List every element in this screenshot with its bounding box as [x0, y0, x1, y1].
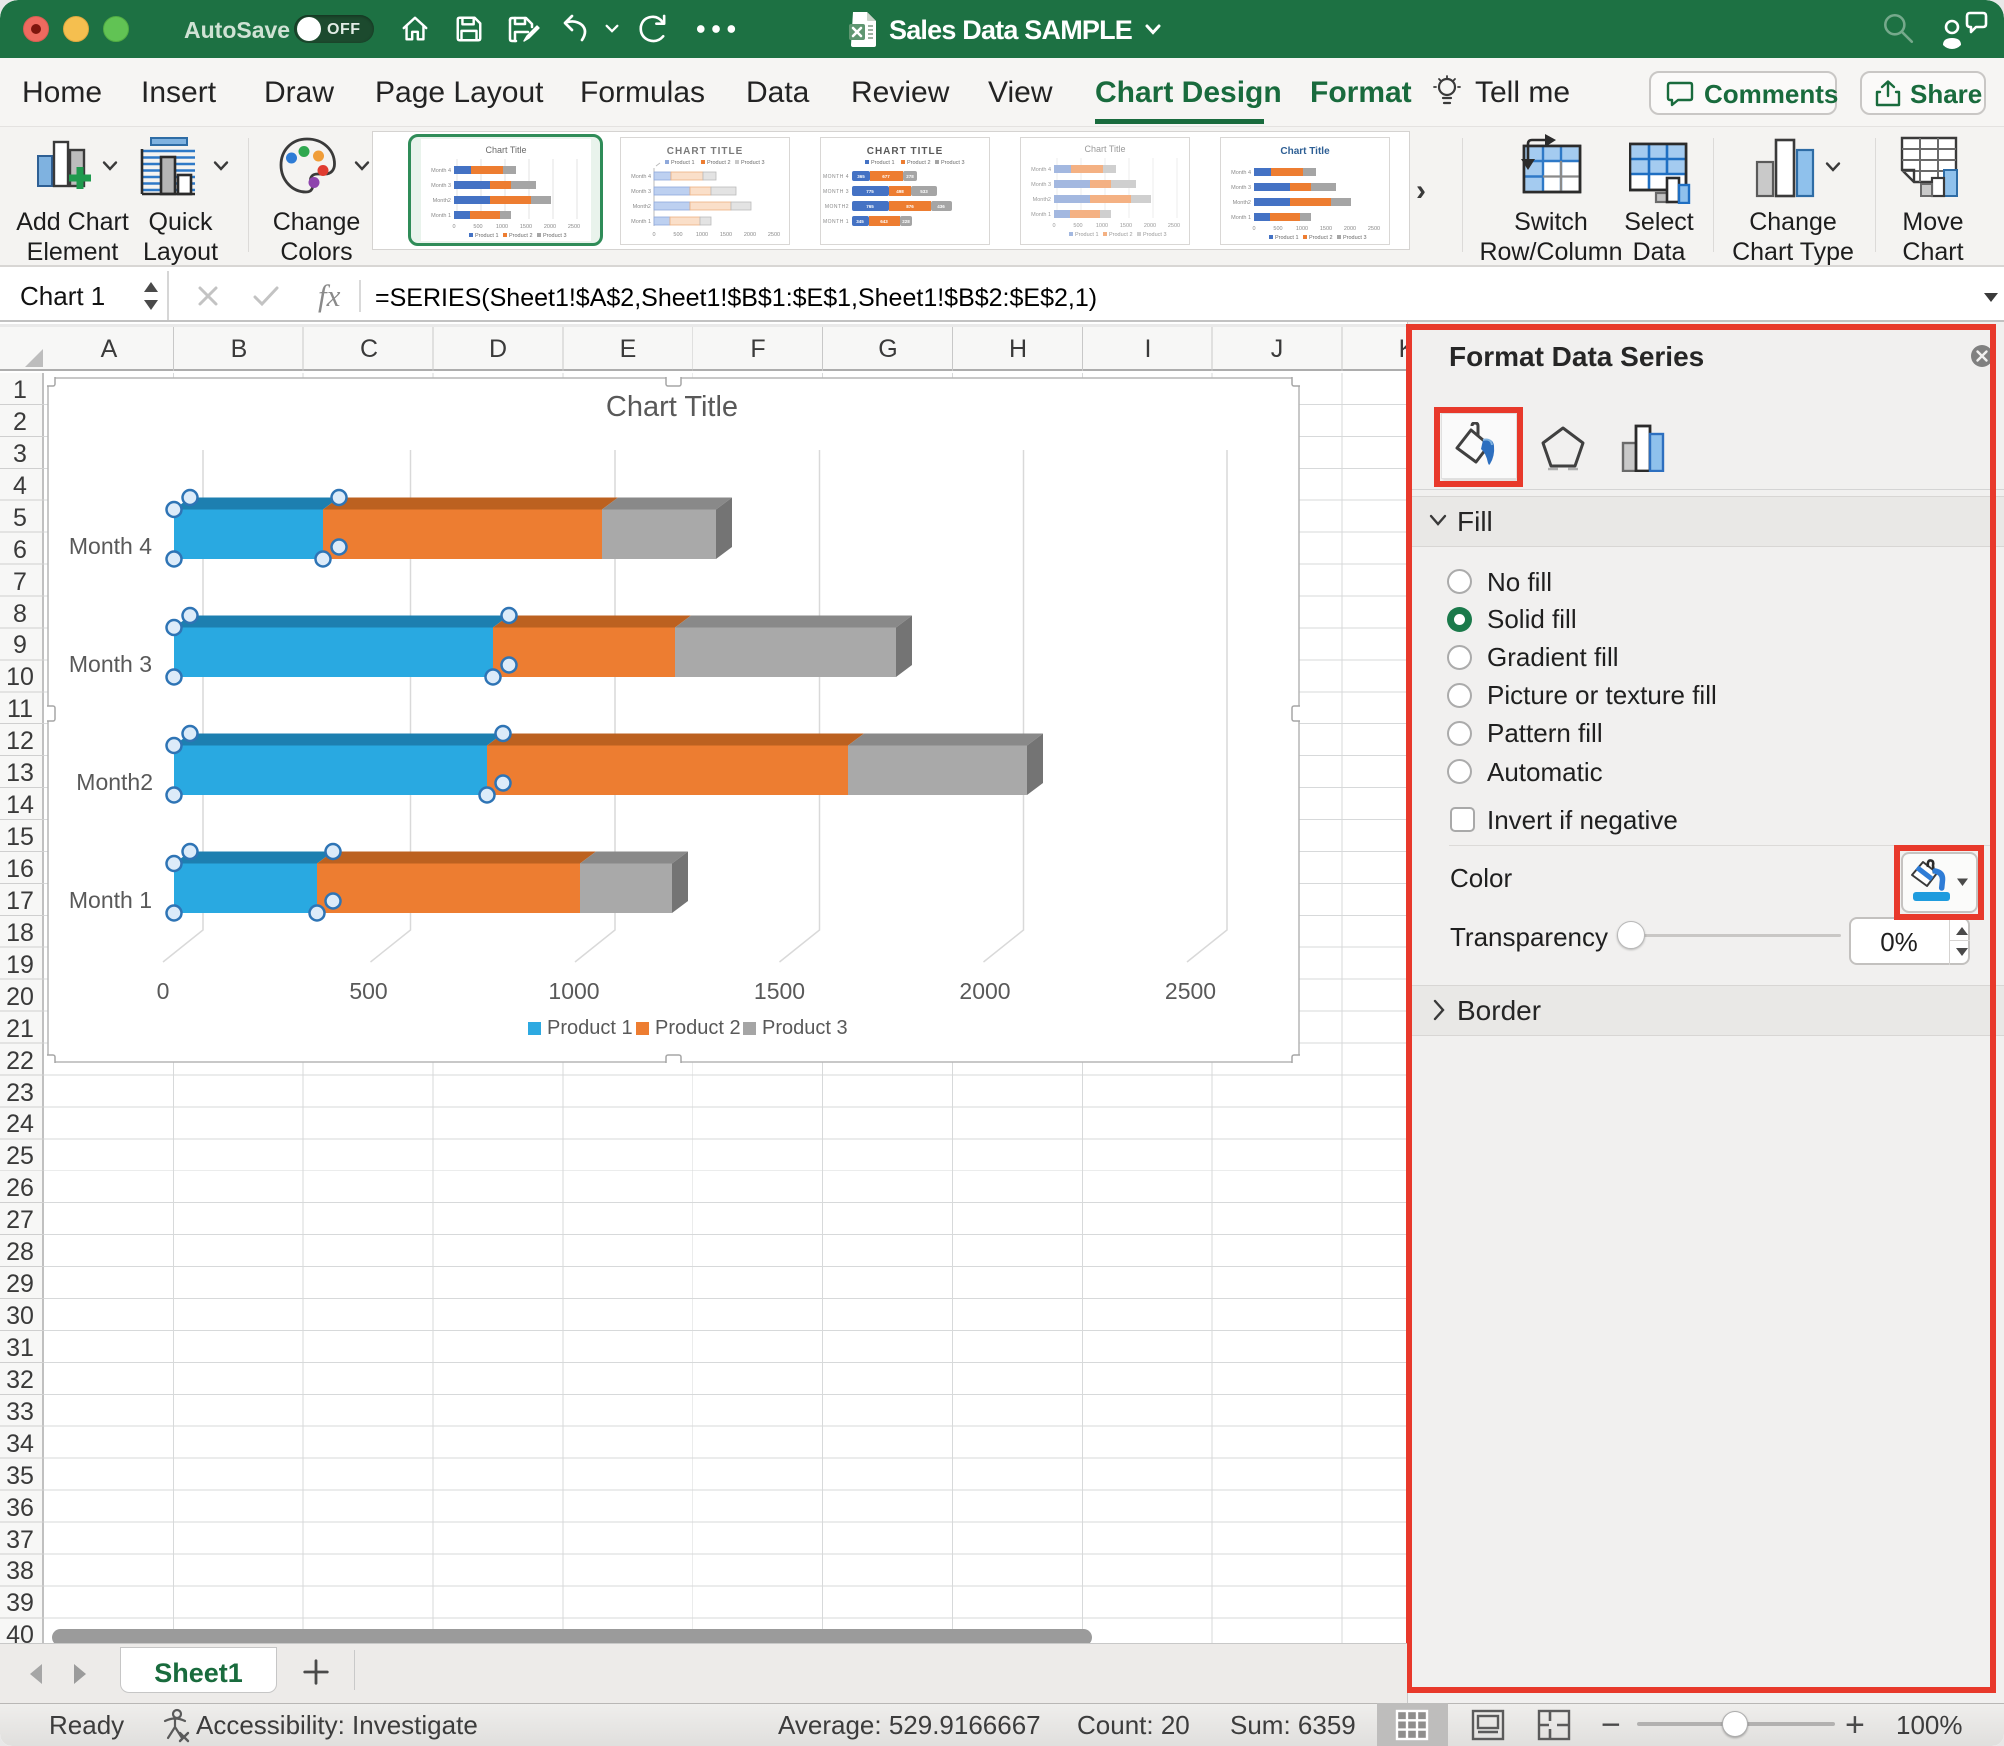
svg-text:0: 0: [157, 978, 170, 1004]
svg-text:Month2: Month2: [633, 204, 651, 210]
svg-text:Month 3: Month 3: [1031, 182, 1051, 188]
svg-text:Chart Title: Chart Title: [606, 391, 738, 423]
svg-text:0: 0: [1052, 223, 1055, 229]
svg-text:Month 4: Month 4: [431, 168, 451, 174]
svg-text:1000: 1000: [496, 224, 508, 230]
svg-text:Chart Title: Chart Title: [1280, 146, 1330, 157]
svg-text:2000: 2000: [544, 224, 556, 230]
svg-text:Month 1: Month 1: [69, 887, 152, 913]
svg-text:Product 1: Product 1: [547, 1017, 633, 1039]
svg-text:MONTH 3: MONTH 3: [823, 189, 849, 195]
svg-text:0: 0: [452, 224, 455, 230]
svg-text:Month 3: Month 3: [431, 183, 451, 189]
svg-text:2500: 2500: [768, 232, 780, 238]
svg-text:Month 1: Month 1: [1031, 212, 1051, 218]
svg-text:2000: 2000: [1144, 223, 1156, 229]
svg-text:278: 278: [906, 174, 914, 179]
svg-text:1000: 1000: [1296, 226, 1308, 232]
svg-text:0: 0: [652, 232, 655, 238]
svg-text:Product 2: Product 2: [907, 160, 931, 166]
svg-text:Product 2: Product 2: [1309, 235, 1333, 241]
svg-text:2000: 2000: [1344, 226, 1356, 232]
svg-text:500: 500: [473, 224, 482, 230]
svg-text:365: 365: [857, 174, 865, 179]
svg-text:Month 3: Month 3: [1231, 185, 1251, 191]
svg-text:2000: 2000: [959, 978, 1010, 1004]
svg-text:Month2: Month2: [433, 198, 451, 204]
svg-text:Chart Title: Chart Title: [485, 145, 526, 155]
svg-text:Product 3: Product 3: [762, 1017, 848, 1039]
svg-text:0: 0: [1252, 226, 1255, 232]
svg-text:Month 1: Month 1: [1231, 215, 1251, 221]
svg-text:Product 1: Product 1: [671, 160, 695, 166]
svg-text:1500: 1500: [720, 232, 732, 238]
svg-text:2500: 2500: [1368, 226, 1380, 232]
svg-text:Product 2: Product 2: [655, 1017, 741, 1039]
svg-text:1500: 1500: [520, 224, 532, 230]
svg-text:765: 765: [866, 204, 874, 209]
svg-text:Month 3: Month 3: [631, 189, 651, 195]
svg-text:500: 500: [1073, 223, 1082, 229]
svg-text:533: 533: [920, 189, 928, 194]
svg-text:Month2: Month2: [76, 769, 153, 795]
svg-text:345: 345: [856, 219, 864, 224]
svg-text:500: 500: [1273, 226, 1282, 232]
svg-text:876: 876: [906, 204, 914, 209]
svg-text:677: 677: [882, 174, 890, 179]
svg-text:2500: 2500: [1168, 223, 1180, 229]
svg-text:498: 498: [896, 189, 904, 194]
svg-text:1000: 1000: [696, 232, 708, 238]
svg-text:Month2: Month2: [1033, 197, 1051, 203]
svg-text:500: 500: [673, 232, 682, 238]
svg-text:643: 643: [880, 219, 888, 224]
svg-text:Product 3: Product 3: [1143, 232, 1167, 238]
svg-text:2000: 2000: [744, 232, 756, 238]
svg-text:Month 3: Month 3: [69, 651, 152, 677]
svg-text:Month 4: Month 4: [1231, 170, 1251, 176]
svg-text:MONTH 4: MONTH 4: [823, 174, 849, 180]
svg-text:Product 3: Product 3: [1343, 235, 1367, 241]
svg-text:775: 775: [866, 189, 874, 194]
svg-text:228: 228: [902, 219, 910, 224]
svg-text:1000: 1000: [548, 978, 599, 1004]
svg-text:Month 1: Month 1: [631, 219, 651, 225]
svg-text:Month2: Month2: [1233, 200, 1251, 206]
svg-text:Month 4: Month 4: [1031, 167, 1051, 173]
svg-text:2500: 2500: [1165, 978, 1216, 1004]
svg-text:MONTH2: MONTH2: [825, 204, 849, 210]
svg-text:Chart Title: Chart Title: [1084, 144, 1125, 154]
svg-text:Product 1: Product 1: [1275, 235, 1299, 241]
svg-text:Product 3: Product 3: [941, 160, 965, 166]
svg-text:1000: 1000: [1096, 223, 1108, 229]
svg-text:2500: 2500: [568, 224, 580, 230]
svg-text:Month 4: Month 4: [69, 533, 152, 559]
svg-text:CHART TITLE: CHART TITLE: [867, 146, 944, 157]
svg-text:MONTH 1: MONTH 1: [823, 219, 849, 225]
svg-text:Product 2: Product 2: [1109, 232, 1133, 238]
svg-text:Month 1: Month 1: [431, 213, 451, 219]
svg-text:Product 3: Product 3: [543, 233, 567, 239]
svg-text:Product 1: Product 1: [475, 233, 499, 239]
svg-text:436: 436: [937, 204, 945, 209]
svg-text:1500: 1500: [1320, 226, 1332, 232]
svg-text:CHART TITLE: CHART TITLE: [667, 146, 744, 157]
svg-text:Product 2: Product 2: [707, 160, 731, 166]
svg-text:500: 500: [349, 978, 387, 1004]
svg-text:1500: 1500: [754, 978, 805, 1004]
svg-text:Product 1: Product 1: [1075, 232, 1099, 238]
svg-text:Product 2: Product 2: [509, 233, 533, 239]
svg-text:Product 3: Product 3: [741, 160, 765, 166]
svg-text:1500: 1500: [1120, 223, 1132, 229]
svg-text:Product 1: Product 1: [871, 160, 895, 166]
svg-text:Month 4: Month 4: [631, 174, 651, 180]
